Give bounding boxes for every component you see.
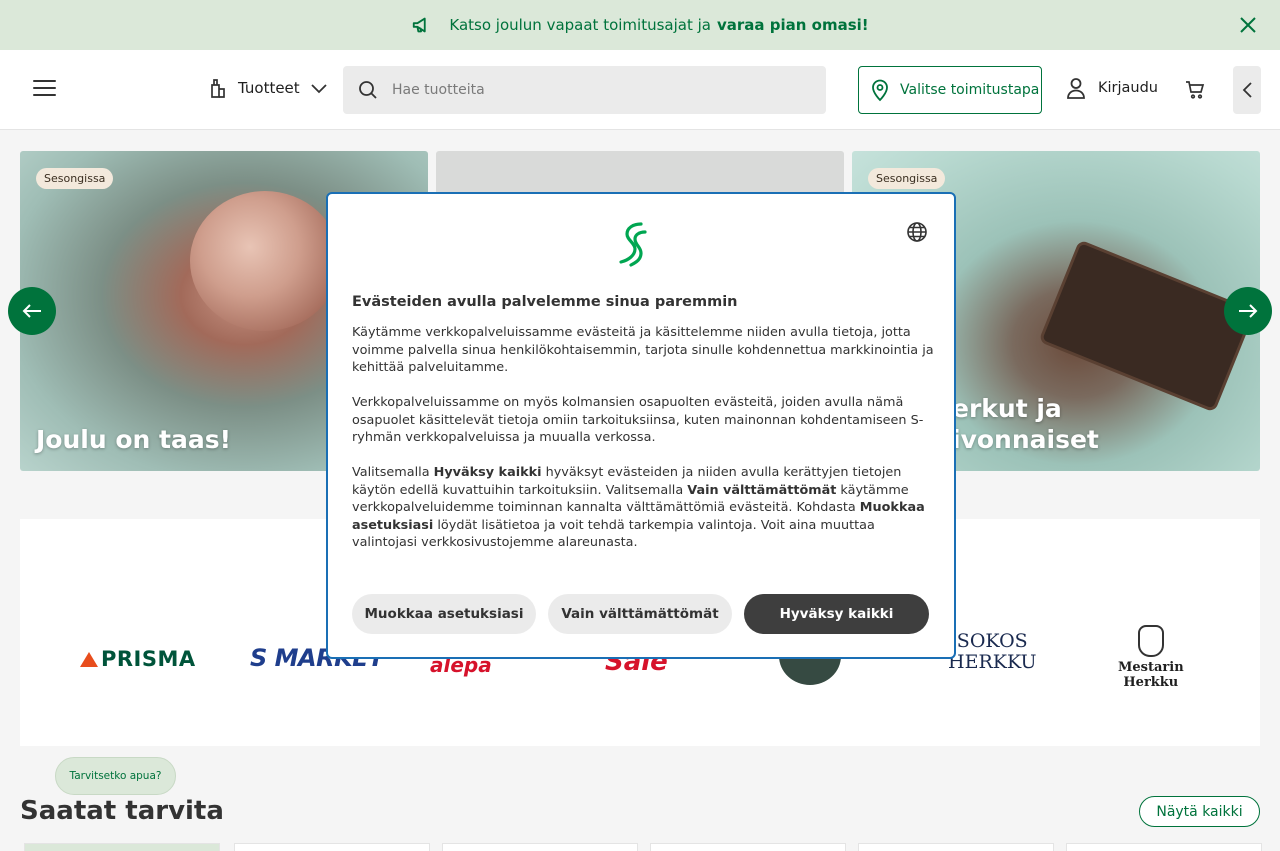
only-necessary-button[interactable]: Vain välttämättömät [548, 594, 732, 634]
dialog-title: Evästeiden avulla palvelemme sinua parem… [352, 294, 738, 310]
cookie-consent-dialog: Evästeiden avulla palvelemme sinua parem… [326, 192, 956, 659]
dialog-paragraph-2: Verkkopalveluissamme on myös kolmansien … [352, 395, 924, 445]
edit-settings-button[interactable]: Muokkaa asetuksiasi [352, 594, 536, 634]
dialog-body: Käytämme verkkopalveluissamme evästeitä … [352, 324, 934, 569]
dialog-paragraph-3: Valitsemalla Hyväksy kaikki hyväksyt evä… [352, 465, 925, 550]
accept-all-button[interactable]: Hyväksy kaikki [744, 594, 929, 634]
globe-icon[interactable] [906, 221, 928, 243]
dialog-paragraph-1: Käytämme verkkopalveluissamme evästeitä … [352, 325, 934, 375]
s-group-logo-icon [619, 222, 647, 267]
